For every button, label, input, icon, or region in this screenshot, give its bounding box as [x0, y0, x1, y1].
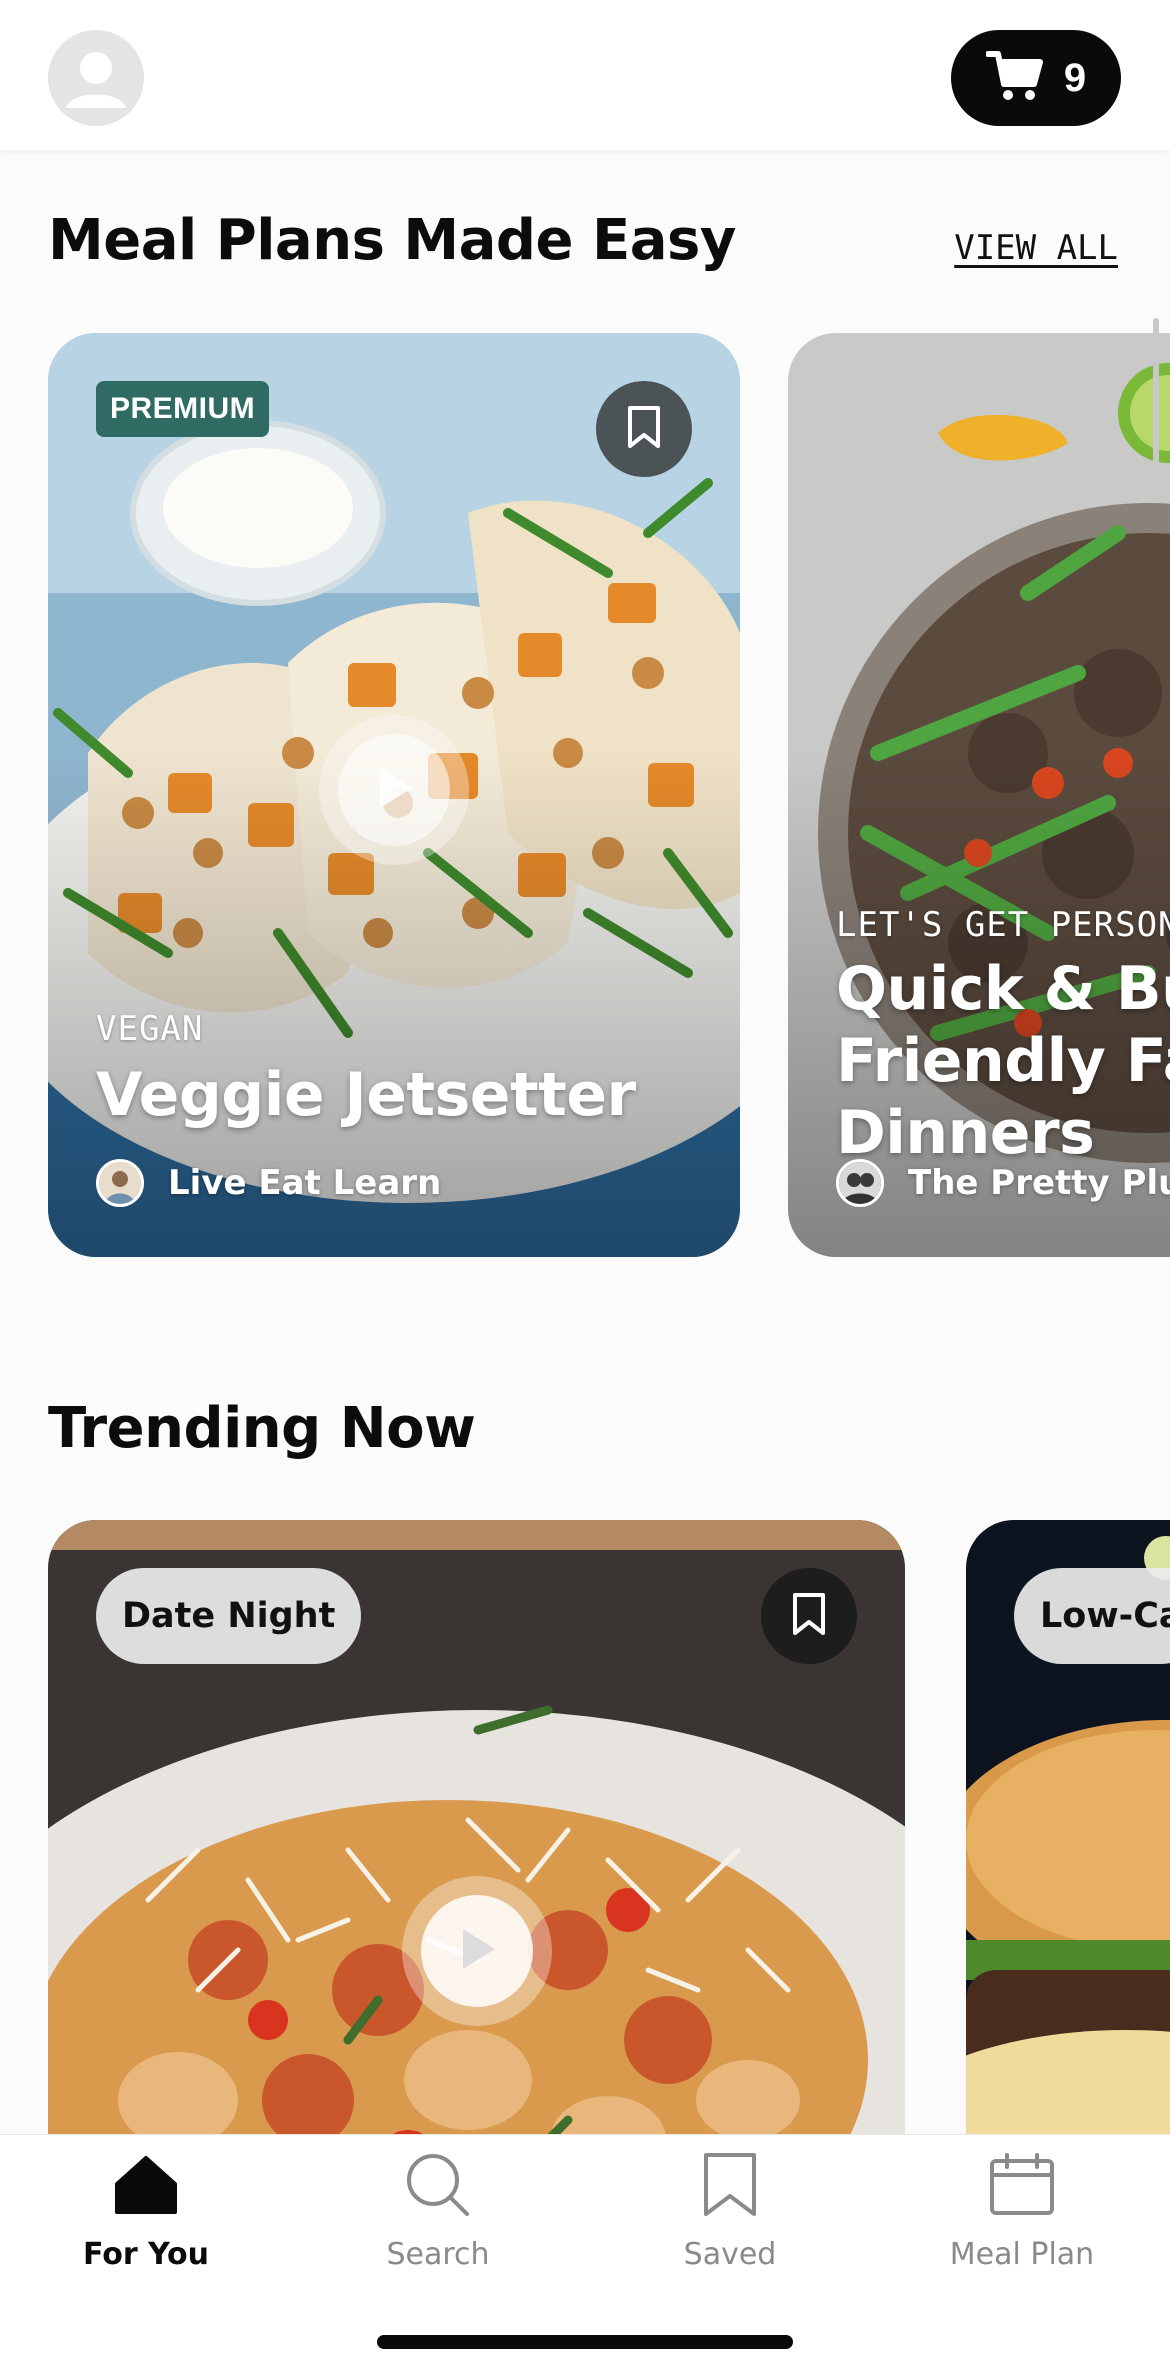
nav-label: Meal Plan — [949, 2237, 1095, 2272]
nav-item-search[interactable]: Search — [292, 2135, 584, 2285]
author-avatar — [96, 1159, 144, 1207]
card-category: LET'S GET PERSON — [836, 905, 1170, 945]
cart-icon — [984, 48, 1044, 108]
meal-plans-carousel[interactable]: PREMIUM VEGAN Veggie Jetsetter Live Eat … — [0, 333, 1170, 1257]
bookmark-icon — [626, 405, 662, 453]
play-button[interactable] — [319, 715, 469, 865]
meal-plans-title: Meal Plans Made Easy — [48, 208, 736, 273]
author-name: Live Eat Learn — [168, 1163, 442, 1203]
cart-button[interactable]: 9 — [951, 30, 1121, 126]
play-icon — [372, 764, 416, 816]
card-author[interactable]: Live Eat Learn — [96, 1159, 441, 1207]
trending-card[interactable]: Low-Ca — [966, 1520, 1170, 2134]
nav-item-for-you[interactable]: For You — [0, 2135, 292, 2285]
nav-label: Saved — [683, 2237, 777, 2272]
author-avatar — [836, 1159, 884, 1207]
card-author[interactable]: The Pretty Plus — [836, 1159, 1170, 1207]
play-icon — [455, 1925, 499, 1977]
card-category: VEGAN — [96, 1009, 204, 1049]
meal-plan-card[interactable]: LET'S GET PERSON Quick & Bud Friendly Fa… — [788, 333, 1170, 1257]
trending-card[interactable]: Date Night — [48, 1520, 905, 2134]
bookmark-icon — [694, 2149, 766, 2221]
premium-badge: PREMIUM — [96, 381, 270, 437]
meal-plan-card[interactable]: PREMIUM VEGAN Veggie Jetsetter Live Eat … — [48, 333, 740, 1257]
top-bar: 9 — [0, 0, 1170, 150]
nav-item-saved[interactable]: Saved — [584, 2135, 876, 2285]
trending-carousel[interactable]: Date Night Low-Ca — [0, 1520, 1170, 2134]
view-all-link[interactable]: VIEW ALL — [954, 228, 1118, 268]
author-name: The Pretty Plus — [908, 1163, 1170, 1203]
tag-pill[interactable]: Date Night — [96, 1568, 362, 1664]
trending-title: Trending Now — [48, 1396, 476, 1461]
tag-pill[interactable]: Low-Ca — [1014, 1568, 1170, 1664]
calendar-icon — [986, 2149, 1058, 2221]
home-indicator[interactable] — [377, 2335, 793, 2349]
play-button[interactable] — [402, 1876, 552, 2026]
bookmark-button[interactable] — [761, 1568, 857, 1664]
bookmark-icon — [791, 1592, 827, 1640]
user-avatar-icon[interactable] — [48, 30, 144, 126]
home-icon — [110, 2149, 182, 2221]
nav-item-meal-plan[interactable]: Meal Plan — [876, 2135, 1168, 2285]
scroll-indicator[interactable] — [1153, 318, 1159, 503]
search-icon — [402, 2149, 474, 2221]
cart-count: 9 — [1063, 55, 1087, 100]
card-title: Veggie Jetsetter — [96, 1060, 636, 1130]
card-title-line-1: Quick & Bud — [836, 954, 1170, 1024]
card-title-line-2: Friendly Fan — [836, 1026, 1170, 1096]
nav-label: Search — [386, 2237, 490, 2272]
bookmark-button[interactable] — [596, 381, 692, 477]
nav-label: For You — [82, 2237, 210, 2272]
